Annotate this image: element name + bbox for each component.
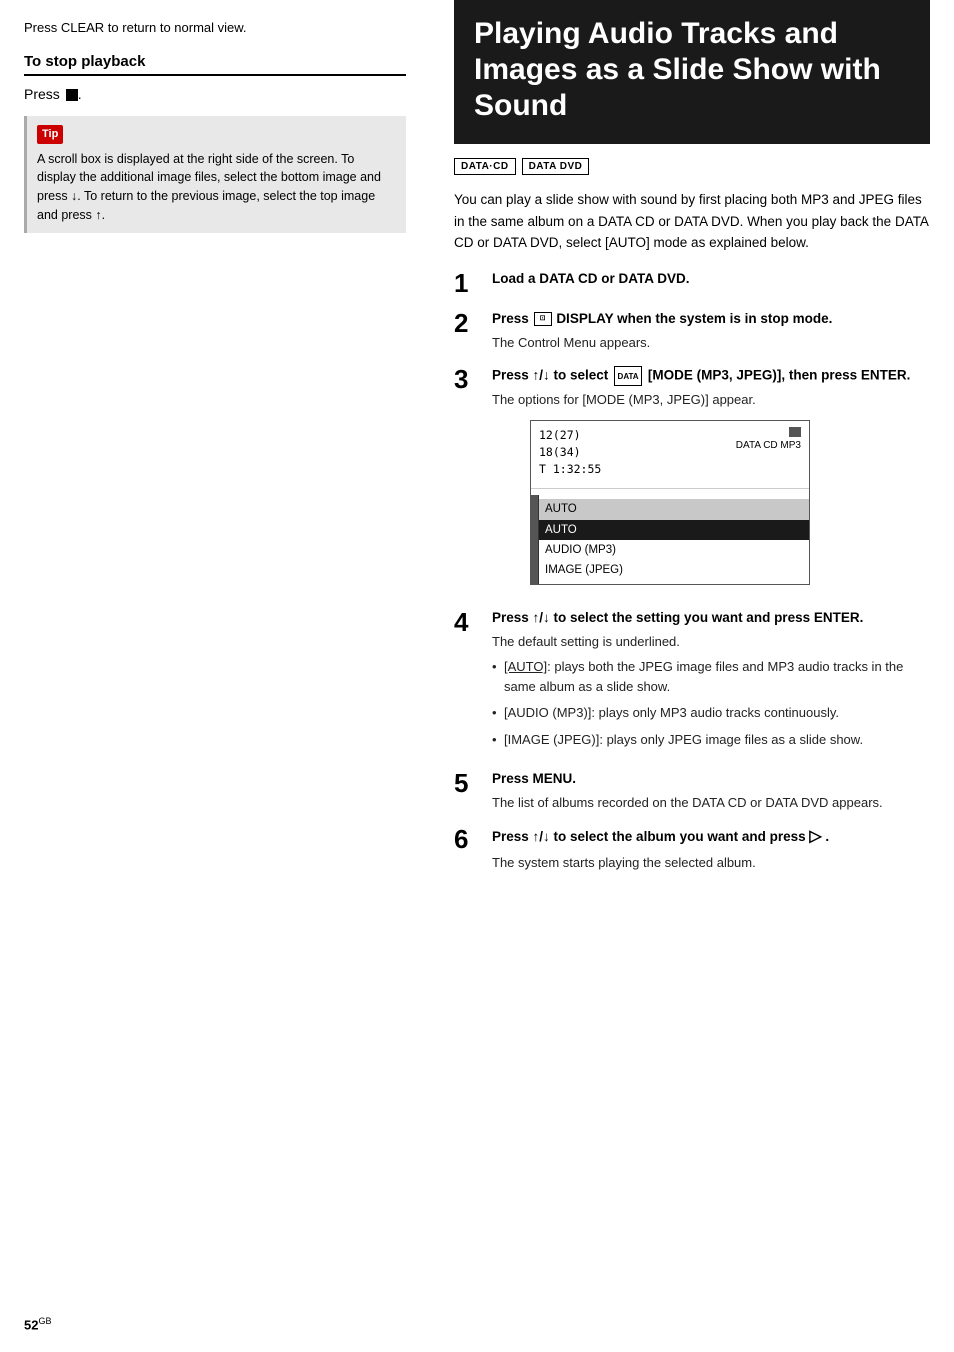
step-6-content: Press ↑/↓ to select the album you want a… (492, 826, 930, 872)
tip-label: Tip (37, 125, 63, 144)
press-stop-text: Press . (24, 86, 406, 102)
step-6-period: . (825, 829, 829, 844)
step-5: 5 Press MENU. The list of albums recorde… (454, 770, 930, 812)
step-4-bullets: [AUTO]: plays both the JPEG image files … (492, 657, 930, 750)
display-button-icon: ⊡ (534, 312, 552, 326)
step-3: 3 Press ↑/↓ to select DATA [MODE (MP3, J… (454, 366, 930, 595)
step-5-desc: The list of albums recorded on the DATA … (492, 793, 930, 813)
data-cd-badge: DATA·CD (454, 158, 516, 175)
mode-options: AUTO AUTO AUDIO (MP3) IMAGE (JPEG) (539, 495, 809, 583)
step-6-desc: The system starts playing the selected a… (492, 853, 930, 873)
screen-label: DATA CD MP3 (736, 439, 801, 452)
step-6-prefix: Press ↑/↓ to select the album you want a… (492, 829, 809, 844)
step-2-display: DISPLAY when the system is in stop mode. (556, 311, 832, 326)
step-1-number: 1 (454, 270, 482, 296)
step-2-number: 2 (454, 310, 482, 336)
bullet-auto: [AUTO]: plays both the JPEG image files … (492, 657, 930, 697)
mode-list-item-image: IMAGE (JPEG) (539, 560, 809, 580)
data-dvd-badge: DATA DVD (522, 158, 590, 175)
screen-mockup: 12(27) 18(34) T 1:32:55 DATA CD MP3 AUTO (530, 420, 810, 585)
step-4-number: 4 (454, 609, 482, 635)
mode-list-item-auto-highlighted: AUTO (539, 499, 809, 519)
step-5-title: Press MENU. (492, 770, 930, 789)
left-column: Press CLEAR to return to normal view. To… (0, 0, 430, 1352)
step-2-desc: The Control Menu appears. (492, 333, 930, 353)
step-2-prefix: Press (492, 311, 533, 326)
step-1-title: Load a DATA CD or DATA DVD. (492, 270, 930, 289)
intro-text: You can play a slide show with sound by … (454, 189, 930, 254)
stop-icon (66, 89, 78, 101)
step-3-prefix: Press ↑/↓ to select (492, 368, 612, 383)
step-3-desc: The options for [MODE (MP3, JPEG)] appea… (492, 390, 930, 410)
step-5-content: Press MENU. The list of albums recorded … (492, 770, 930, 812)
stop-playback-heading: To stop playback (24, 53, 406, 76)
screen-divider (531, 488, 809, 489)
time-info: T 1:32:55 (539, 461, 601, 478)
screen-time-info: 12(27) 18(34) T 1:32:55 (539, 427, 601, 479)
step-4-title: Press ↑/↓ to select the setting you want… (492, 609, 930, 628)
step-3-title: Press ↑/↓ to select DATA [MODE (MP3, JPE… (492, 366, 930, 386)
bullet-image: [IMAGE (JPEG)]: plays only JPEG image fi… (492, 730, 930, 750)
mode-list: AUTO AUTO AUDIO (MP3) IMAGE (JPEG) (539, 499, 809, 579)
track-info-2: 18(34) (539, 444, 601, 461)
step-1: 1 Load a DATA CD or DATA DVD. (454, 270, 930, 296)
screen-body: AUTO AUTO AUDIO (MP3) IMAGE (JPEG) (531, 495, 809, 583)
step-2-title: Press ⊡ DISPLAY when the system is in st… (492, 310, 930, 329)
step-1-content: Load a DATA CD or DATA DVD. (492, 270, 930, 293)
page-suffix: GB (38, 1316, 51, 1326)
screen-corner-icon (789, 427, 801, 437)
step-3-number: 3 (454, 366, 482, 392)
step-2-content: Press ⊡ DISPLAY when the system is in st… (492, 310, 930, 352)
press-label: Press (24, 86, 60, 102)
step-6-number: 6 (454, 826, 482, 852)
format-badges: DATA·CD DATA DVD (454, 158, 930, 175)
screen-top: 12(27) 18(34) T 1:32:55 DATA CD MP3 (531, 421, 809, 483)
mode-list-item-audio: AUDIO (MP3) (539, 540, 809, 560)
mode-icon: DATA (614, 366, 642, 386)
step-6: 6 Press ↑/↓ to select the album you want… (454, 826, 930, 872)
right-column: Playing Audio Tracks and Images as a Sli… (430, 0, 954, 1352)
play-icon: ▷ (809, 828, 821, 845)
step-4-content: Press ↑/↓ to select the setting you want… (492, 609, 930, 756)
step-3-mode-text: [MODE (MP3, JPEG)], then press ENTER. (648, 368, 911, 383)
step-2: 2 Press ⊡ DISPLAY when the system is in … (454, 310, 930, 352)
screen-sidebar-bar (531, 495, 539, 583)
page-title: Playing Audio Tracks and Images as a Sli… (474, 16, 910, 124)
step-4-desc: The default setting is underlined. [AUTO… (492, 632, 930, 750)
tip-box: Tip A scroll box is displayed at the rig… (24, 116, 406, 233)
page-number: 52GB (24, 1316, 51, 1332)
track-info-1: 12(27) (539, 427, 601, 444)
step-6-title: Press ↑/↓ to select the album you want a… (492, 826, 930, 848)
press-clear-text: Press CLEAR to return to normal view. (24, 20, 406, 35)
step-3-content: Press ↑/↓ to select DATA [MODE (MP3, JPE… (492, 366, 930, 595)
bullet-audio: [AUDIO (MP3)]: plays only MP3 audio trac… (492, 703, 930, 723)
tip-content: A scroll box is displayed at the right s… (37, 150, 396, 225)
step-4: 4 Press ↑/↓ to select the setting you wa… (454, 609, 930, 756)
step-5-number: 5 (454, 770, 482, 796)
page-header: Playing Audio Tracks and Images as a Sli… (454, 0, 930, 144)
mode-list-item-auto-selected: AUTO (539, 520, 809, 540)
